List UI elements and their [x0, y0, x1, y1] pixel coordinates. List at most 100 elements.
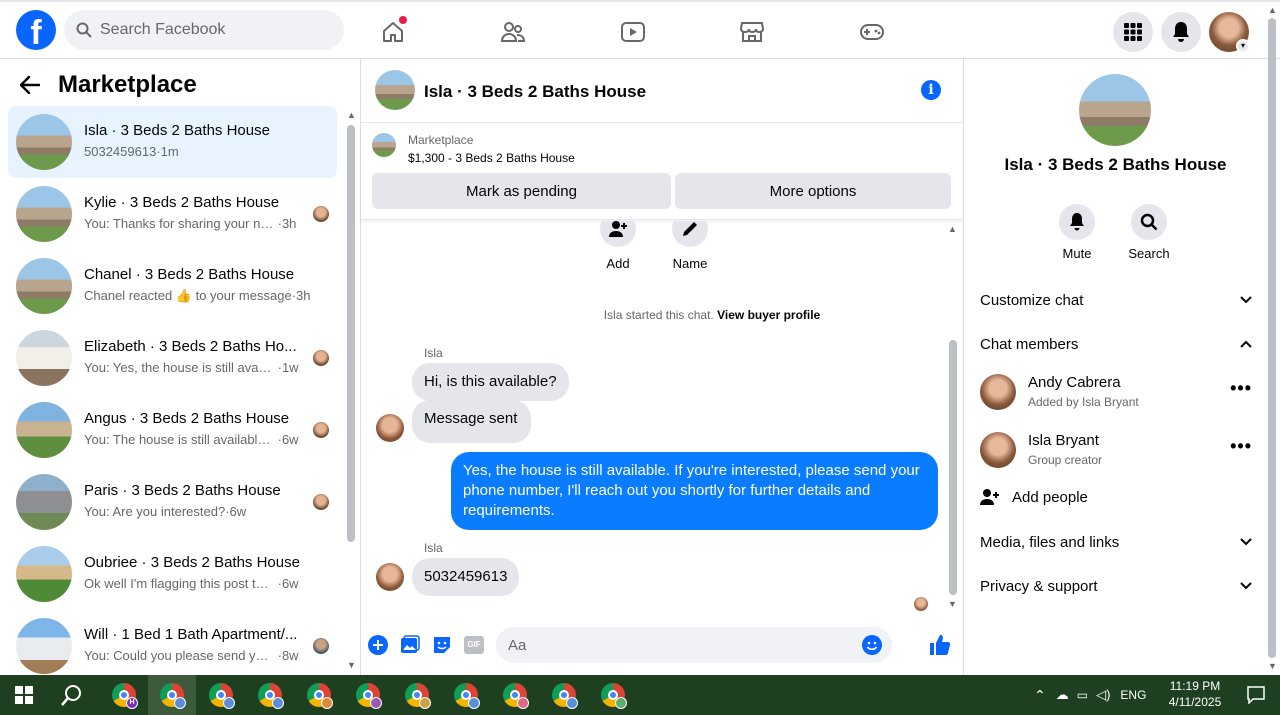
search-box[interactable] [64, 10, 344, 50]
outgoing-message[interactable]: Yes, the house is still available. If yo… [451, 452, 938, 530]
chrome-taskbar-app[interactable] [197, 675, 245, 715]
search-action[interactable]: Search [1119, 204, 1179, 261]
search-icon [1140, 213, 1158, 231]
conversation-title: Will · 1 Bed 1 Bath Apartment/... [84, 626, 298, 643]
mark-as-pending-button[interactable]: Mark as pending [372, 173, 671, 209]
member-row[interactable]: Andy Cabrera Added by Isla Bryant ••• [980, 374, 1252, 418]
conversation-title: Angus · 3 Beds 2 Baths House [84, 410, 290, 427]
scrollbar-thumb[interactable] [949, 340, 957, 595]
gif-button[interactable]: GIF [462, 633, 486, 657]
back-arrow-icon[interactable] [20, 76, 40, 94]
network-icon[interactable]: ▭ [1077, 688, 1088, 702]
scroll-up-arrow[interactable]: ▲ [948, 224, 957, 234]
add-action[interactable]: Add [588, 221, 648, 271]
menu-button[interactable] [1113, 12, 1153, 52]
clock[interactable]: 11:19 PM 4/11/2025 [1160, 678, 1230, 710]
chrome-taskbar-app[interactable] [148, 675, 196, 715]
system-tray: ⌃ ☁ ▭ ◁) ENG [1034, 675, 1146, 715]
more-actions-button[interactable] [366, 633, 390, 657]
more-options-icon[interactable]: ••• [1230, 378, 1252, 399]
home-nav-button[interactable] [373, 14, 413, 50]
search-label: Search [1128, 246, 1170, 261]
media-files-links-section[interactable]: Media, files and links [980, 530, 1252, 554]
more-options-icon[interactable]: ••• [1230, 436, 1252, 457]
message-input[interactable] [508, 636, 868, 654]
profile-badge [272, 697, 284, 709]
chrome-taskbar-app[interactable] [540, 675, 588, 715]
add-person-icon [980, 489, 999, 505]
scroll-down-arrow[interactable]: ▼ [347, 660, 356, 670]
notifications-button[interactable] [1161, 12, 1201, 52]
chrome-taskbar-app[interactable] [589, 675, 637, 715]
add-person-icon [609, 221, 627, 237]
privacy-support-section[interactable]: Privacy & support [980, 574, 1252, 598]
facebook-logo[interactable]: f [16, 10, 56, 50]
incoming-message[interactable]: Message sent [412, 400, 532, 443]
friends-nav-button[interactable] [493, 14, 533, 50]
attach-photo-button[interactable] [398, 633, 422, 657]
info-icon[interactable]: i [921, 80, 941, 100]
chrome-taskbar-app[interactable] [295, 675, 343, 715]
listing-thumbnail[interactable] [372, 133, 396, 157]
sticker-icon [434, 637, 450, 653]
chrome-taskbar-app[interactable] [344, 675, 392, 715]
chrome-taskbar-app[interactable] [442, 675, 490, 715]
listing-thumbnail [16, 618, 72, 674]
gaming-nav-button[interactable] [852, 14, 892, 50]
scrollbar-thumb[interactable] [347, 125, 355, 542]
name-action[interactable]: Name [660, 221, 720, 271]
chevron-up-icon[interactable]: ⌃ [1034, 687, 1046, 704]
mute-action[interactable]: Mute [1047, 204, 1107, 261]
scroll-down-arrow[interactable]: ▼ [948, 599, 957, 609]
conversation-item[interactable]: Chanel · 3 Beds 2 Baths House Chanel rea… [8, 250, 337, 322]
chevron-down-icon[interactable]: ▾ [1236, 39, 1250, 53]
view-buyer-profile-link[interactable]: View buyer profile [717, 308, 820, 322]
search-icon [61, 685, 81, 706]
listing-avatar[interactable] [1079, 74, 1151, 146]
scroll-up-arrow[interactable]: ▲ [1268, 5, 1277, 15]
sender-name: Isla [424, 346, 443, 360]
notification-center-button[interactable] [1232, 675, 1280, 715]
chrome-taskbar-app[interactable] [491, 675, 539, 715]
chrome-taskbar-app[interactable] [393, 675, 441, 715]
emoji-icon[interactable] [862, 635, 882, 655]
sender-avatar[interactable] [376, 563, 404, 591]
chat-title[interactable]: Isla · 3 Beds 2 Baths House [424, 82, 646, 102]
conversation-list-panel: Marketplace Isla · 3 Beds 2 Baths House … [0, 59, 361, 675]
chrome-taskbar-app[interactable] [246, 675, 294, 715]
conversation-item[interactable]: Kylie · 3 Beds 2 Baths House You: Thanks… [8, 178, 337, 250]
more-options-button[interactable]: More options [675, 173, 951, 209]
sticker-button[interactable] [430, 633, 454, 657]
chat-members-section[interactable]: Chat members [980, 332, 1252, 356]
add-people-button[interactable]: Add people [980, 485, 1252, 509]
volume-icon[interactable]: ◁) [1096, 687, 1110, 703]
scroll-up-arrow[interactable]: ▲ [347, 110, 356, 120]
member-avatar [980, 432, 1016, 468]
chat-avatar[interactable] [375, 70, 415, 110]
conversation-item[interactable]: Oubriee · 3 Beds 2 Baths House Ok well I… [8, 538, 337, 610]
conversation-item[interactable]: Elizabeth · 3 Beds 2 Baths Ho... You: Ye… [8, 322, 337, 394]
conversation-item[interactable]: Will · 1 Bed 1 Bath Apartment/... You: C… [8, 610, 337, 675]
member-row[interactable]: Isla Bryant Group creator ••• [980, 432, 1252, 476]
language-indicator[interactable]: ENG [1120, 688, 1146, 702]
chevron-down-icon [1240, 582, 1252, 590]
message-input-box[interactable] [496, 627, 892, 663]
listing-title[interactable]: $1,300 - 3 Beds 2 Baths House [408, 151, 575, 165]
incoming-message[interactable]: 5032459613 [412, 558, 520, 596]
conversation-item[interactable]: Paris · 3 Beds 2 Baths House You: Are yo… [8, 466, 337, 538]
cloud-icon[interactable]: ☁ [1056, 687, 1069, 703]
customize-chat-section[interactable]: Customize chat [980, 288, 1252, 312]
conversation-item[interactable]: Isla · 3 Beds 2 Baths House 5032459613 · 1… [8, 106, 337, 178]
incoming-message[interactable]: Hi, is this available? [412, 363, 569, 401]
page-scrollbar-thumb[interactable] [1268, 18, 1276, 658]
chrome-taskbar-app[interactable]: H [100, 675, 148, 715]
scroll-down-arrow[interactable]: ▼ [1268, 661, 1277, 671]
conversation-item[interactable]: Angus · 3 Beds 2 Baths House You: The ho… [8, 394, 337, 466]
taskbar-search-button[interactable] [48, 675, 96, 715]
search-input[interactable] [100, 21, 320, 39]
start-button[interactable] [0, 675, 48, 715]
video-nav-button[interactable] [613, 14, 653, 50]
like-button[interactable] [928, 633, 952, 657]
sender-avatar[interactable] [376, 414, 404, 442]
marketplace-nav-button[interactable] [732, 14, 772, 50]
